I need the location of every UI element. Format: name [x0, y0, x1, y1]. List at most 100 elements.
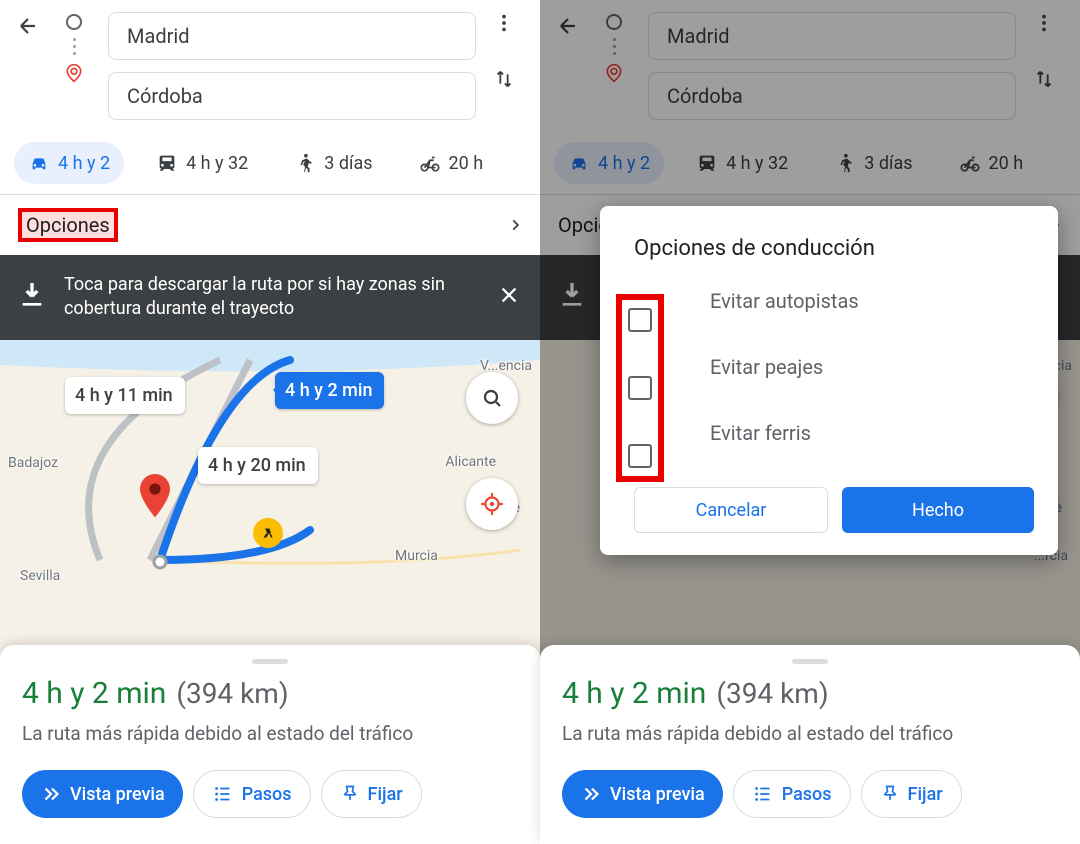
chevrons-right-icon	[580, 783, 602, 805]
origin-text: Madrid	[127, 24, 190, 48]
mode-bike[interactable]: 20 h	[945, 142, 1038, 184]
pin-label: Fijar	[908, 784, 943, 805]
route-time: 4 h y 2 min	[22, 676, 166, 711]
sheet-handle[interactable]	[252, 659, 288, 664]
pin-button[interactable]: Fijar	[321, 770, 422, 818]
kebab-icon	[493, 12, 515, 34]
pushpin-icon	[880, 784, 900, 804]
overflow-menu-button[interactable]	[493, 12, 515, 34]
options-row[interactable]: Opciones	[0, 195, 540, 255]
chevrons-right-icon	[40, 783, 62, 805]
preview-button[interactable]: Vista previa	[22, 770, 183, 818]
origin-text: Madrid	[667, 24, 730, 48]
walk-icon	[834, 152, 856, 174]
map-city-label: V...encia	[480, 358, 532, 374]
mode-walk-label: 3 días	[324, 153, 372, 174]
mode-transit[interactable]: 4 h y 32	[142, 142, 262, 184]
mode-transit-label: 4 h y 32	[726, 153, 788, 174]
download-route-banner[interactable]: Toca para descargar la ruta por si hay z…	[0, 255, 540, 340]
route-time: 4 h y 2 min	[562, 676, 706, 711]
bike-icon	[419, 152, 441, 174]
checkbox-ferries[interactable]	[628, 444, 652, 468]
mode-bike[interactable]: 20 h	[405, 142, 498, 184]
arrow-left-icon	[16, 14, 40, 38]
back-button[interactable]	[14, 12, 42, 40]
mode-car[interactable]: 4 h y 2	[14, 142, 124, 184]
options-highlight: Opciones	[18, 208, 118, 242]
car-icon	[28, 152, 50, 174]
map-city-label: Sevilla	[20, 568, 60, 584]
search-icon	[480, 386, 504, 410]
preview-label: Vista previa	[70, 784, 165, 805]
mode-transit[interactable]: 4 h y 32	[682, 142, 802, 184]
roadworks-icon	[253, 518, 283, 548]
list-icon	[752, 783, 774, 805]
route-alt2-badge[interactable]: 4 h y 20 min	[198, 447, 318, 484]
directions-header: Madrid Córdoba	[0, 0, 540, 126]
download-message: Toca para descargar la ruta por si hay z…	[64, 273, 478, 322]
back-button[interactable]	[554, 12, 582, 40]
travel-modes-row: 4 h y 2 4 h y 32 3 días 20 h	[0, 126, 540, 195]
swap-button[interactable]	[493, 68, 515, 90]
pin-button[interactable]: Fijar	[861, 770, 962, 818]
route-alt1-badge[interactable]: 4 h y 11 min	[65, 377, 185, 414]
banner-close-button[interactable]	[494, 280, 524, 314]
map-city-label: Murcia	[395, 548, 438, 564]
dialog-title: Opciones de conducción	[634, 236, 1034, 261]
swap-button[interactable]	[1033, 68, 1055, 90]
search-fab[interactable]	[466, 372, 518, 424]
mode-bike-label: 20 h	[989, 153, 1024, 174]
mode-transit-label: 4 h y 32	[186, 153, 248, 174]
route-summary-sheet[interactable]: 4 h y 2 min (394 km) La ruta más rápida …	[540, 645, 1080, 844]
preview-label: Vista previa	[610, 784, 705, 805]
list-icon	[212, 783, 234, 805]
map-city-label: Badajoz	[8, 455, 58, 471]
pushpin-icon	[340, 784, 360, 804]
driving-options-dialog: Opciones de conducción Evitar autopistas…	[600, 206, 1058, 555]
mode-walk[interactable]: 3 días	[280, 142, 386, 184]
origin-field[interactable]: Madrid	[648, 12, 1016, 60]
route-distance: (394 km)	[716, 677, 828, 710]
route-main-badge[interactable]: 4 h y 2 min	[275, 372, 384, 409]
steps-button[interactable]: Pasos	[733, 770, 851, 818]
download-icon	[556, 279, 588, 315]
checkbox-highways[interactable]	[628, 308, 652, 332]
destination-field[interactable]: Córdoba	[648, 72, 1016, 120]
steps-button[interactable]: Pasos	[193, 770, 311, 818]
sheet-handle[interactable]	[792, 659, 828, 664]
crosshair-icon	[479, 491, 505, 517]
locate-fab[interactable]	[466, 478, 518, 530]
route-subtitle: La ruta más rápida debido al estado del …	[22, 721, 518, 748]
option-ferries-label[interactable]: Evitar ferris	[710, 421, 1034, 445]
pin-label: Fijar	[368, 784, 403, 805]
close-icon	[498, 284, 520, 306]
route-subtitle: La ruta más rápida debido al estado del …	[562, 721, 1058, 748]
destination-text: Córdoba	[667, 84, 743, 108]
mode-walk[interactable]: 3 días	[820, 142, 926, 184]
route-summary-sheet[interactable]: 4 h y 2 min (394 km) La ruta más rápida …	[0, 645, 540, 844]
overflow-menu-button[interactable]	[1033, 12, 1055, 34]
mode-walk-label: 3 días	[864, 153, 912, 174]
waypoint-dots-icon	[73, 36, 76, 57]
destination-marker	[135, 474, 175, 528]
checkbox-tolls[interactable]	[628, 376, 652, 400]
mode-car[interactable]: 4 h y 2	[554, 142, 664, 184]
dialog-done-button[interactable]: Hecho	[842, 487, 1034, 533]
option-highways-label[interactable]: Evitar autopistas	[710, 289, 1034, 313]
destination-field[interactable]: Córdoba	[108, 72, 476, 120]
screenshot-right: Madrid Córdoba 4 h y 2 4 h y 32 3 d	[540, 0, 1080, 844]
dialog-cancel-button[interactable]: Cancelar	[634, 487, 828, 533]
option-tolls-label[interactable]: Evitar peajes	[710, 355, 1034, 379]
destination-pin-icon	[64, 63, 84, 83]
directions-header: Madrid Córdoba	[540, 0, 1080, 126]
steps-label: Pasos	[782, 784, 832, 805]
mode-car-label: 4 h y 2	[58, 153, 110, 174]
walk-icon	[294, 152, 316, 174]
steps-label: Pasos	[242, 784, 292, 805]
origin-field[interactable]: Madrid	[108, 12, 476, 60]
destination-pin-icon	[604, 63, 624, 83]
travel-modes-row: 4 h y 2 4 h y 32 3 días 20 h	[540, 126, 1080, 195]
route-distance: (394 km)	[176, 677, 288, 710]
train-icon	[156, 152, 178, 174]
preview-button[interactable]: Vista previa	[562, 770, 723, 818]
